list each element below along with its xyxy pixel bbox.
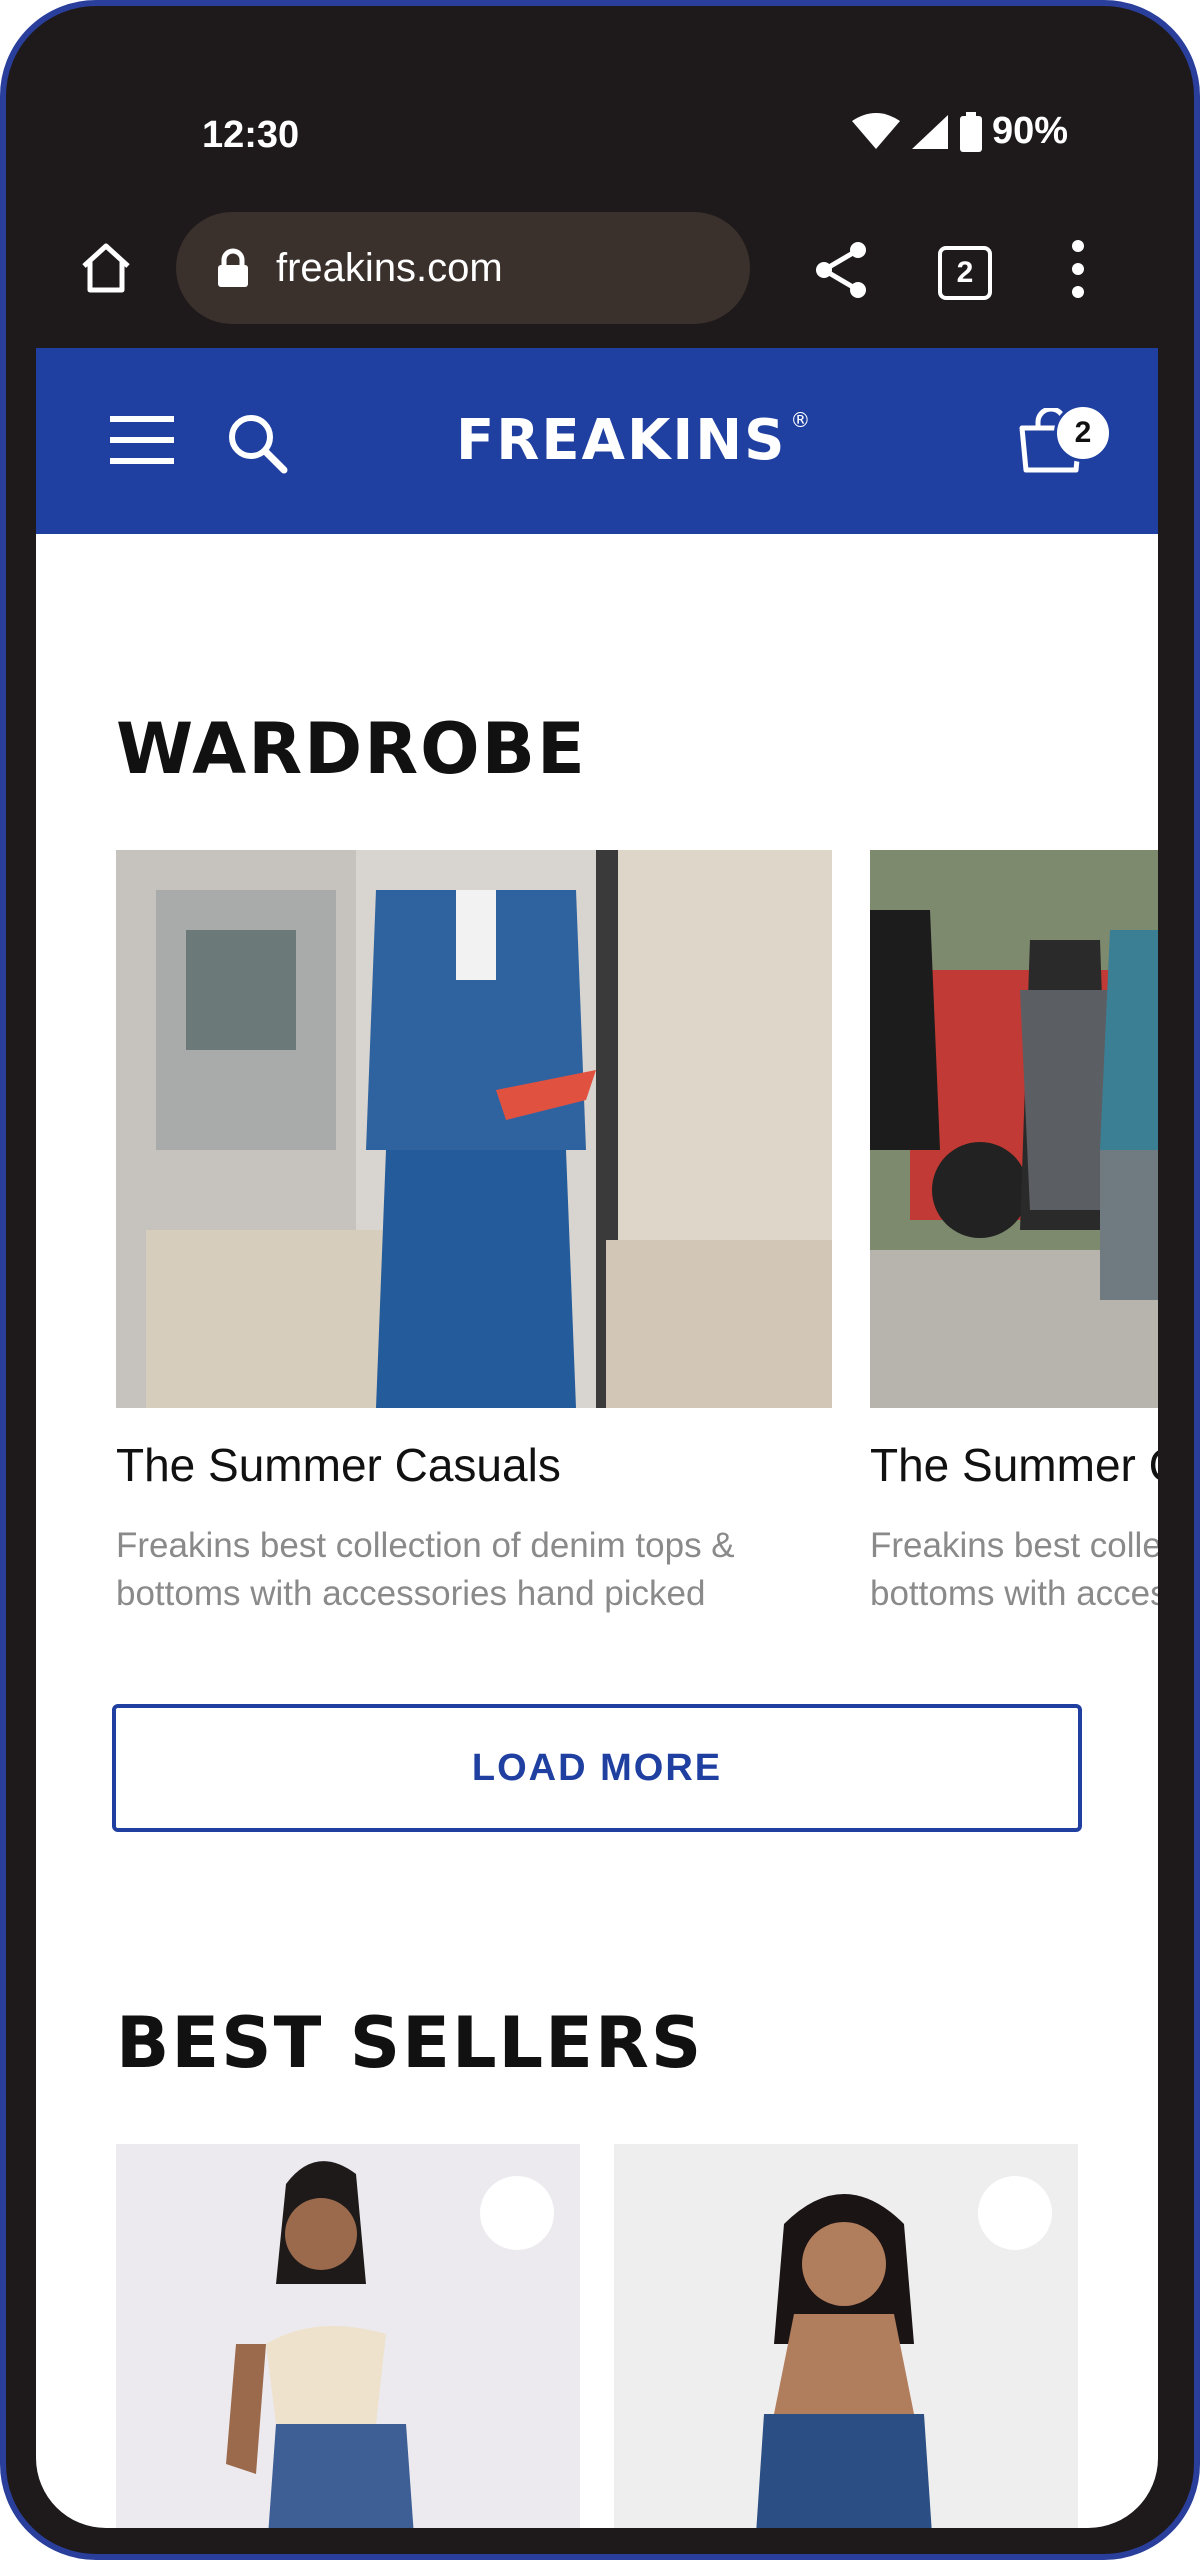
card-title[interactable]: The Summer Casuals [116,1438,832,1492]
search-icon[interactable] [226,412,288,474]
product-card[interactable] [116,2144,580,2528]
wardrobe-card[interactable]: The Summer Casuals Freakins best collect… [870,850,1158,1618]
battery-percent: 90% [991,110,1068,152]
card-description: Freakins best collection of denim tops &… [116,1522,832,1618]
card-description: Freakins best collection of denim tops &… [870,1522,1158,1618]
lock-icon [218,248,248,287]
status-icons: 90% [851,110,1068,153]
wardrobe-card-image[interactable] [116,850,832,1408]
phone-frame: 12:30 90% freakins.com 2 FREAKINS ® 2 WA… [0,0,1200,2560]
web-page: FREAKINS ® 2 WARDROBE The Summer Casuals… [36,348,1158,2528]
wardrobe-card[interactable]: The Summer Casuals Freakins best collect… [116,850,832,1618]
logo-text: FREAKINS [456,408,787,473]
wifi-icon [851,112,900,149]
browser-toolbar: freakins.com 2 [6,206,1194,346]
url-text: freakins.com [276,245,503,290]
card-description-line: Freakins best collection of denim tops & [116,1526,735,1565]
battery-icon [959,111,982,152]
card-title[interactable]: The Summer Casuals [870,1438,1158,1492]
home-icon[interactable] [78,240,134,296]
more-options-icon[interactable] [1068,238,1088,300]
card-description-line: bottoms with accessories hand picked [870,1574,1158,1613]
section-title-best-sellers: BEST SELLERS [116,2002,704,2084]
load-more-button[interactable]: LOAD MORE [112,1704,1082,1832]
wishlist-button[interactable] [978,2176,1052,2250]
status-bar: 12:30 90% [6,6,1194,206]
wardrobe-card-image[interactable] [870,850,1158,1408]
card-description-line: Freakins best collection of denim tops & [870,1526,1158,1565]
card-description-line: bottoms with accessories hand picked [116,1574,706,1613]
share-icon[interactable] [814,240,870,300]
site-header: FREAKINS ® 2 [36,348,1158,534]
section-title-wardrobe: WARDROBE [116,708,587,790]
tab-switcher-button[interactable]: 2 [938,246,992,300]
status-time: 12:30 [202,114,300,156]
url-bar[interactable]: freakins.com [176,212,750,324]
brand-logo[interactable]: FREAKINS ® [456,408,812,473]
menu-icon[interactable] [110,414,174,466]
cart-count-badge: 2 [1054,404,1112,462]
signal-icon [911,114,948,149]
logo-registered-mark: ® [790,408,813,432]
product-card[interactable] [614,2144,1078,2528]
wishlist-button[interactable] [480,2176,554,2250]
